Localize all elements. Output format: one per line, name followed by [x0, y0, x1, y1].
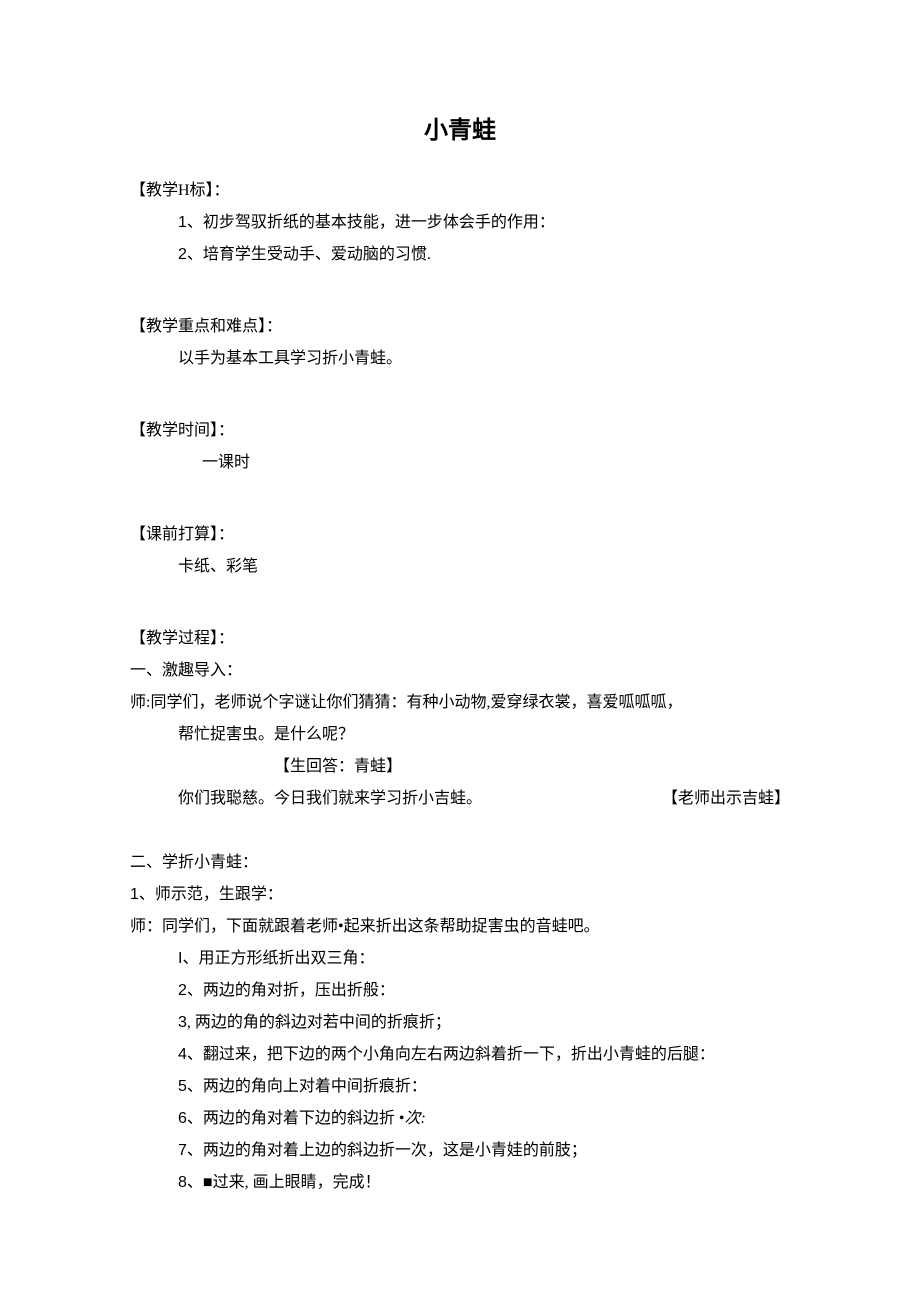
prep-line-1: 卡纸、彩笔 — [130, 551, 790, 583]
step-8-text: 、■过来, 画上眼睛，完成！ — [187, 1174, 381, 1191]
spacer — [130, 479, 790, 511]
objectives-text-2: 、培育学生受动手、爱动脑的习惯. — [187, 246, 431, 263]
part1-line4: 你们我聪慈。今日我们就来学习折小吉蛙。 【老师出示吉蛙】 — [130, 783, 790, 815]
num-label: 2 — [178, 246, 187, 263]
step-4: 4、翻过来，把下边的两个小角向左右两边斜着折一下，折出小青蛙的后腿： — [130, 1039, 790, 1071]
num-label: 5 — [178, 1078, 187, 1095]
focus-line-1: 以手为基本工具学习折小青蛙。 — [130, 343, 790, 375]
step-7: 7、两边的角对着上边的斜边折一次，这是小青娃的前肢； — [130, 1135, 790, 1167]
step-5: 5、两边的角向上对着中间折痕折： — [130, 1071, 790, 1103]
focus-header: 【教学重点和难点】： — [130, 311, 790, 343]
spacer — [130, 815, 790, 847]
step-7-text: 、两边的角对着上边的斜边折一次，这是小青娃的前肢； — [187, 1142, 587, 1159]
num-label: 8 — [178, 1174, 187, 1191]
num-label: 4 — [178, 1046, 187, 1063]
prep-header: 【课前打算】： — [130, 519, 790, 551]
objectives-line-1: 1、初步驾驭折纸的基本技能，进一步体会手的作用： — [130, 207, 790, 239]
step-2: 2、两边的角对折，压出折般： — [130, 975, 790, 1007]
num-label: 2 — [178, 982, 187, 999]
part1-line3: 【生回答：青蛙】 — [130, 751, 790, 783]
process-header: 【教学过程】： — [130, 623, 790, 655]
part1-line2: 帮忙捉害虫。是什么呢？ — [130, 719, 790, 751]
objectives-header: 【教学H标】： — [130, 175, 790, 207]
time-line-1: 一课时 — [130, 447, 790, 479]
objectives-text-1: 、初步驾驭折纸的基本技能，进一步体会手的作用： — [187, 214, 555, 231]
num-label: 6 — [178, 1110, 187, 1127]
page-title: 小青蛙 — [130, 110, 790, 145]
num-label: 1 — [178, 214, 187, 231]
part1-header: 一、激趣导入： — [130, 655, 790, 687]
step-3-text: , 两边的角的斜边对若中间的折痕折； — [187, 1014, 451, 1031]
part2-sub: 1、师示范，生跟学： — [130, 879, 790, 911]
step-2-text: 、两边的角对折，压出折般： — [187, 982, 395, 999]
part2-header: 二、学折小青蛙： — [130, 847, 790, 879]
time-header: 【教学时间】： — [130, 415, 790, 447]
num-label: 1 — [130, 886, 139, 903]
step-8: 8、■过来, 画上眼睛，完成！ — [130, 1167, 790, 1199]
spacer — [130, 271, 790, 303]
step-1: I、用正方形纸折出双三角： — [130, 943, 790, 975]
part1-line4-left: 你们我聪慈。今日我们就来学习折小吉蛙。 — [178, 783, 482, 815]
num-label: 7 — [178, 1142, 187, 1159]
part2-sub-text: 、师示范，生跟学： — [139, 886, 283, 903]
step-6-text: 、两边的角对着下边的斜边折 •次: — [187, 1110, 426, 1127]
part1-line1: 师:同学们，老师说个字谜让你们猜猜：有种小动物,爱穿绿衣裳，喜爱呱呱呱， — [130, 687, 790, 719]
part1-line4-right: 【老师出示吉蛙】 — [662, 783, 790, 815]
step-3: 3, 两边的角的斜边对若中间的折痕折； — [130, 1007, 790, 1039]
spacer — [130, 583, 790, 615]
step-1-text: 、用正方形纸折出双三角： — [182, 950, 374, 967]
spacer — [130, 375, 790, 407]
objectives-line-2: 2、培育学生受动手、爱动脑的习惯. — [130, 239, 790, 271]
step-6: 6、两边的角对着下边的斜边折 •次: — [130, 1103, 790, 1135]
num-label: 3 — [178, 1014, 187, 1031]
step-5-text: 、两边的角向上对着中间折痕折： — [187, 1078, 427, 1095]
step-4-text: 、翻过来，把下边的两个小角向左右两边斜着折一下，折出小青蛙的后腿： — [187, 1046, 715, 1063]
part2-line1: 师：同学们，下面就跟着老师•起来折出这条帮助捉害虫的音蛙吧。 — [130, 911, 790, 943]
